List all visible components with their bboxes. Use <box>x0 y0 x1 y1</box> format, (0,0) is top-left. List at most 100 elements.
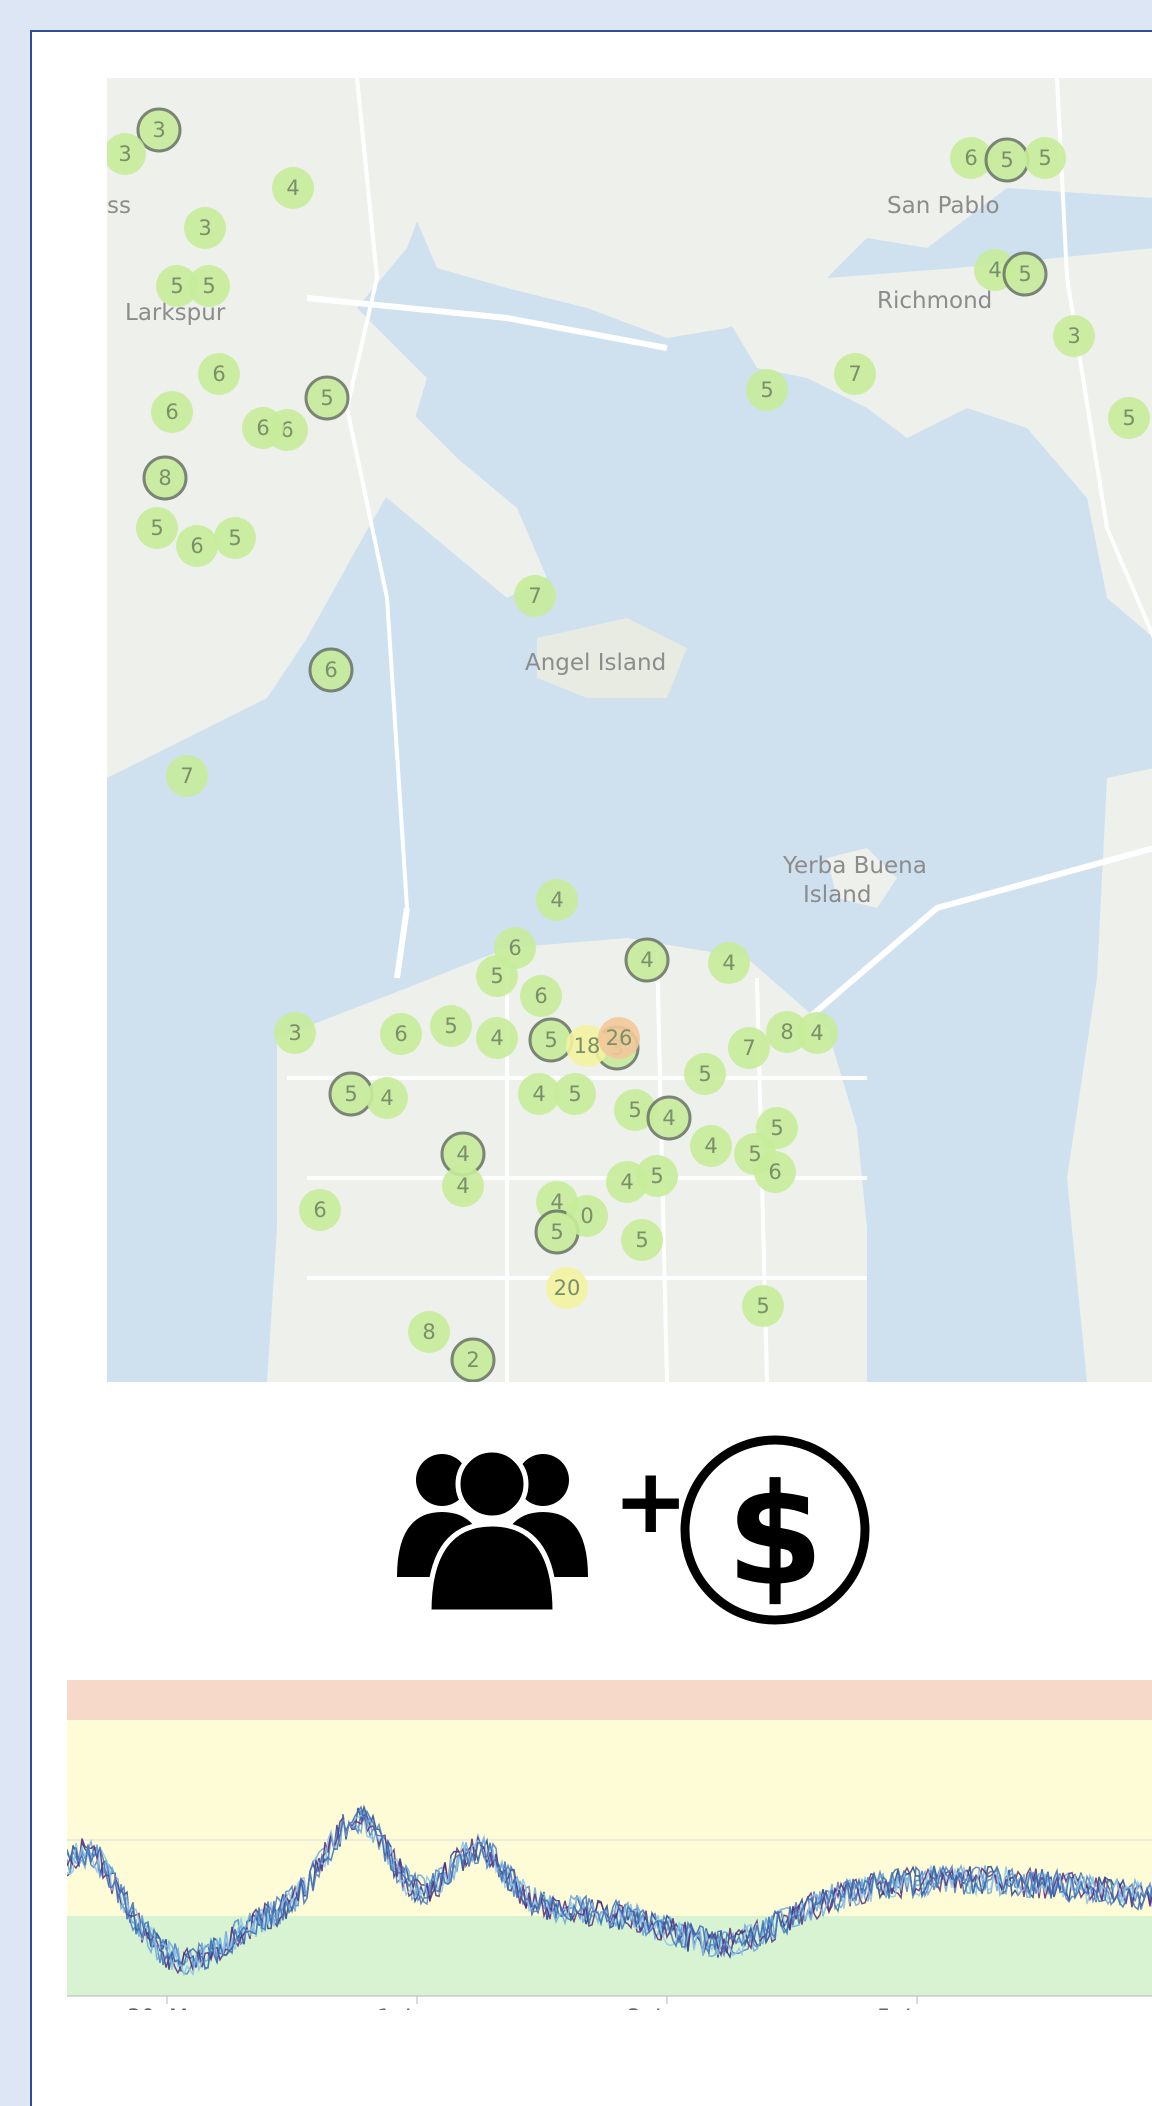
sensor-marker[interactable]: 6 <box>151 391 193 433</box>
marker-label: 5 <box>1122 406 1135 430</box>
sensor-marker[interactable]: 5 <box>328 1071 374 1117</box>
sensor-marker[interactable]: 8 <box>142 455 188 501</box>
sensor-marker[interactable]: 4 <box>796 1012 838 1054</box>
plus-icon: + <box>613 1449 688 1554</box>
sensor-marker[interactable]: 6 <box>242 407 284 449</box>
sensor-marker[interactable]: 5 <box>984 137 1030 183</box>
marker-label: 5 <box>150 516 163 540</box>
sensor-marker[interactable]: 5 <box>621 1219 663 1261</box>
map-canvas[interactable]: San PabloRichmondLarkspurAngel IslandYer… <box>107 78 1152 1382</box>
marker-label: 5 <box>1018 262 1031 286</box>
sensor-marker[interactable]: 4 <box>536 879 578 921</box>
marker-label: 6 <box>964 146 977 170</box>
marker-label: 5 <box>635 1228 648 1252</box>
marker-label: 6 <box>324 658 337 682</box>
svg-text:$: $ <box>726 1455 823 1618</box>
marker-label: 5 <box>490 964 503 988</box>
sensor-marker[interactable]: 6 <box>520 975 562 1017</box>
sensor-marker[interactable]: 26 <box>598 1017 640 1059</box>
sensor-marker[interactable]: 4 <box>646 1095 692 1141</box>
sensor-marker[interactable]: 5 <box>1002 251 1048 297</box>
sensor-marker[interactable]: 4 <box>442 1165 484 1207</box>
marker-label: 5 <box>444 1014 457 1038</box>
sensor-marker[interactable]: 4 <box>690 1125 732 1167</box>
sensor-marker[interactable]: 3 <box>274 1012 316 1054</box>
marker-label: 26 <box>606 1026 633 1050</box>
marker-label: 7 <box>848 362 861 386</box>
marker-label: 4 <box>810 1021 823 1045</box>
sensor-marker[interactable]: 0 <box>566 1195 608 1237</box>
x-tick-label: 3. Jun <box>627 2006 689 2010</box>
sensor-marker[interactable]: 7 <box>166 755 208 797</box>
marker-label: 3 <box>118 142 131 166</box>
marker-label: 4 <box>662 1106 675 1130</box>
marker-label: 4 <box>620 1170 633 1194</box>
sensor-marker[interactable]: 5 <box>528 1017 574 1063</box>
sensor-marker[interactable]: 5 <box>304 375 350 421</box>
marker-label: 5 <box>568 1082 581 1106</box>
sensor-marker[interactable]: 4 <box>708 942 750 984</box>
marker-label: 7 <box>180 764 193 788</box>
marker-label: 8 <box>422 1320 435 1344</box>
sensor-marker[interactable]: 3 <box>1053 315 1095 357</box>
sensor-marker[interactable]: 8 <box>408 1311 450 1353</box>
sensor-marker[interactable]: 4 <box>366 1077 408 1119</box>
marker-label: 5 <box>320 386 333 410</box>
sensor-marker[interactable]: 7 <box>834 353 876 395</box>
marker-label: 5 <box>202 274 215 298</box>
marker-label: 5 <box>770 1116 783 1140</box>
marker-label: 5 <box>698 1062 711 1086</box>
sensor-marker[interactable]: 5 <box>554 1073 596 1115</box>
sensor-marker[interactable]: 5 <box>1108 397 1150 439</box>
sensor-marker[interactable]: 6 <box>198 353 240 395</box>
marker-label: 4 <box>456 1174 469 1198</box>
band-moderate <box>67 1720 1152 1916</box>
sensor-marker[interactable]: 4 <box>624 937 670 983</box>
place-label: ss <box>107 193 131 219</box>
place-label: Yerba Buena <box>782 853 927 879</box>
svg-text:+: + <box>613 1449 688 1554</box>
sensor-marker[interactable]: 4 <box>606 1161 648 1203</box>
content-card: San Pablo Richmond Larkspur Angel Island Yer… <box>30 30 1152 2106</box>
sensor-marker[interactable]: 7 <box>728 1027 770 1069</box>
marker-label: 7 <box>528 584 541 608</box>
sensor-marker[interactable]: 5 <box>742 1285 784 1327</box>
sensor-marker[interactable]: 3 <box>184 207 226 249</box>
sensor-marker[interactable]: 5 <box>746 369 788 411</box>
sensor-marker[interactable]: 5 <box>188 265 230 307</box>
sensor-marker[interactable]: 6 <box>308 647 354 693</box>
sensor-marker[interactable]: 4 <box>476 1017 518 1059</box>
group-icon <box>397 1447 588 1615</box>
air-quality-map[interactable]: San Pablo Richmond Larkspur Angel Island Yer… <box>107 78 1152 1382</box>
sensor-marker[interactable]: 5 <box>430 1005 472 1047</box>
sensor-marker[interactable]: 2 <box>450 1337 496 1382</box>
marker-label: 5 <box>228 526 241 550</box>
sensor-marker[interactable]: 6 <box>754 1151 796 1193</box>
sensor-marker[interactable]: 4 <box>272 167 314 209</box>
band-unhealthy-sensitive <box>67 1680 1152 1720</box>
sensor-marker[interactable]: 6 <box>299 1189 341 1231</box>
sensor-marker[interactable]: 6 <box>380 1013 422 1055</box>
sensor-marker[interactable]: 20 <box>546 1267 588 1309</box>
sensor-marker[interactable]: 5 <box>476 955 518 997</box>
place-label: Richmond <box>877 288 992 314</box>
marker-label: 4 <box>532 1082 545 1106</box>
sensor-marker[interactable]: 5 <box>136 507 178 549</box>
sensor-marker[interactable]: 5 <box>1024 137 1066 179</box>
sensor-marker[interactable]: 6 <box>176 525 218 567</box>
sensor-marker[interactable]: 5 <box>214 517 256 559</box>
marker-label: 6 <box>768 1160 781 1184</box>
marker-label: 3 <box>198 216 211 240</box>
community-funding-icons: + $ <box>377 1412 937 1652</box>
sensor-marker[interactable]: 7 <box>514 575 556 617</box>
sensor-marker[interactable]: 3 <box>136 107 182 153</box>
sensor-marker[interactable]: 5 <box>684 1053 726 1095</box>
sensor-marker[interactable]: 5 <box>756 1107 798 1149</box>
x-axis-ticks: 30. May 1. Jun 3. Jun 5. Jun <box>127 1996 939 2031</box>
marker-label: 3 <box>1067 324 1080 348</box>
sensor-history-chart[interactable]: 30. May 1. Jun 3. Jun 5. Jun <box>66 1680 1152 2031</box>
marker-label: 5 <box>170 274 183 298</box>
marker-label: 4 <box>456 1142 469 1166</box>
sensor-marker[interactable]: 4 <box>518 1073 560 1115</box>
marker-label: 5 <box>760 378 773 402</box>
